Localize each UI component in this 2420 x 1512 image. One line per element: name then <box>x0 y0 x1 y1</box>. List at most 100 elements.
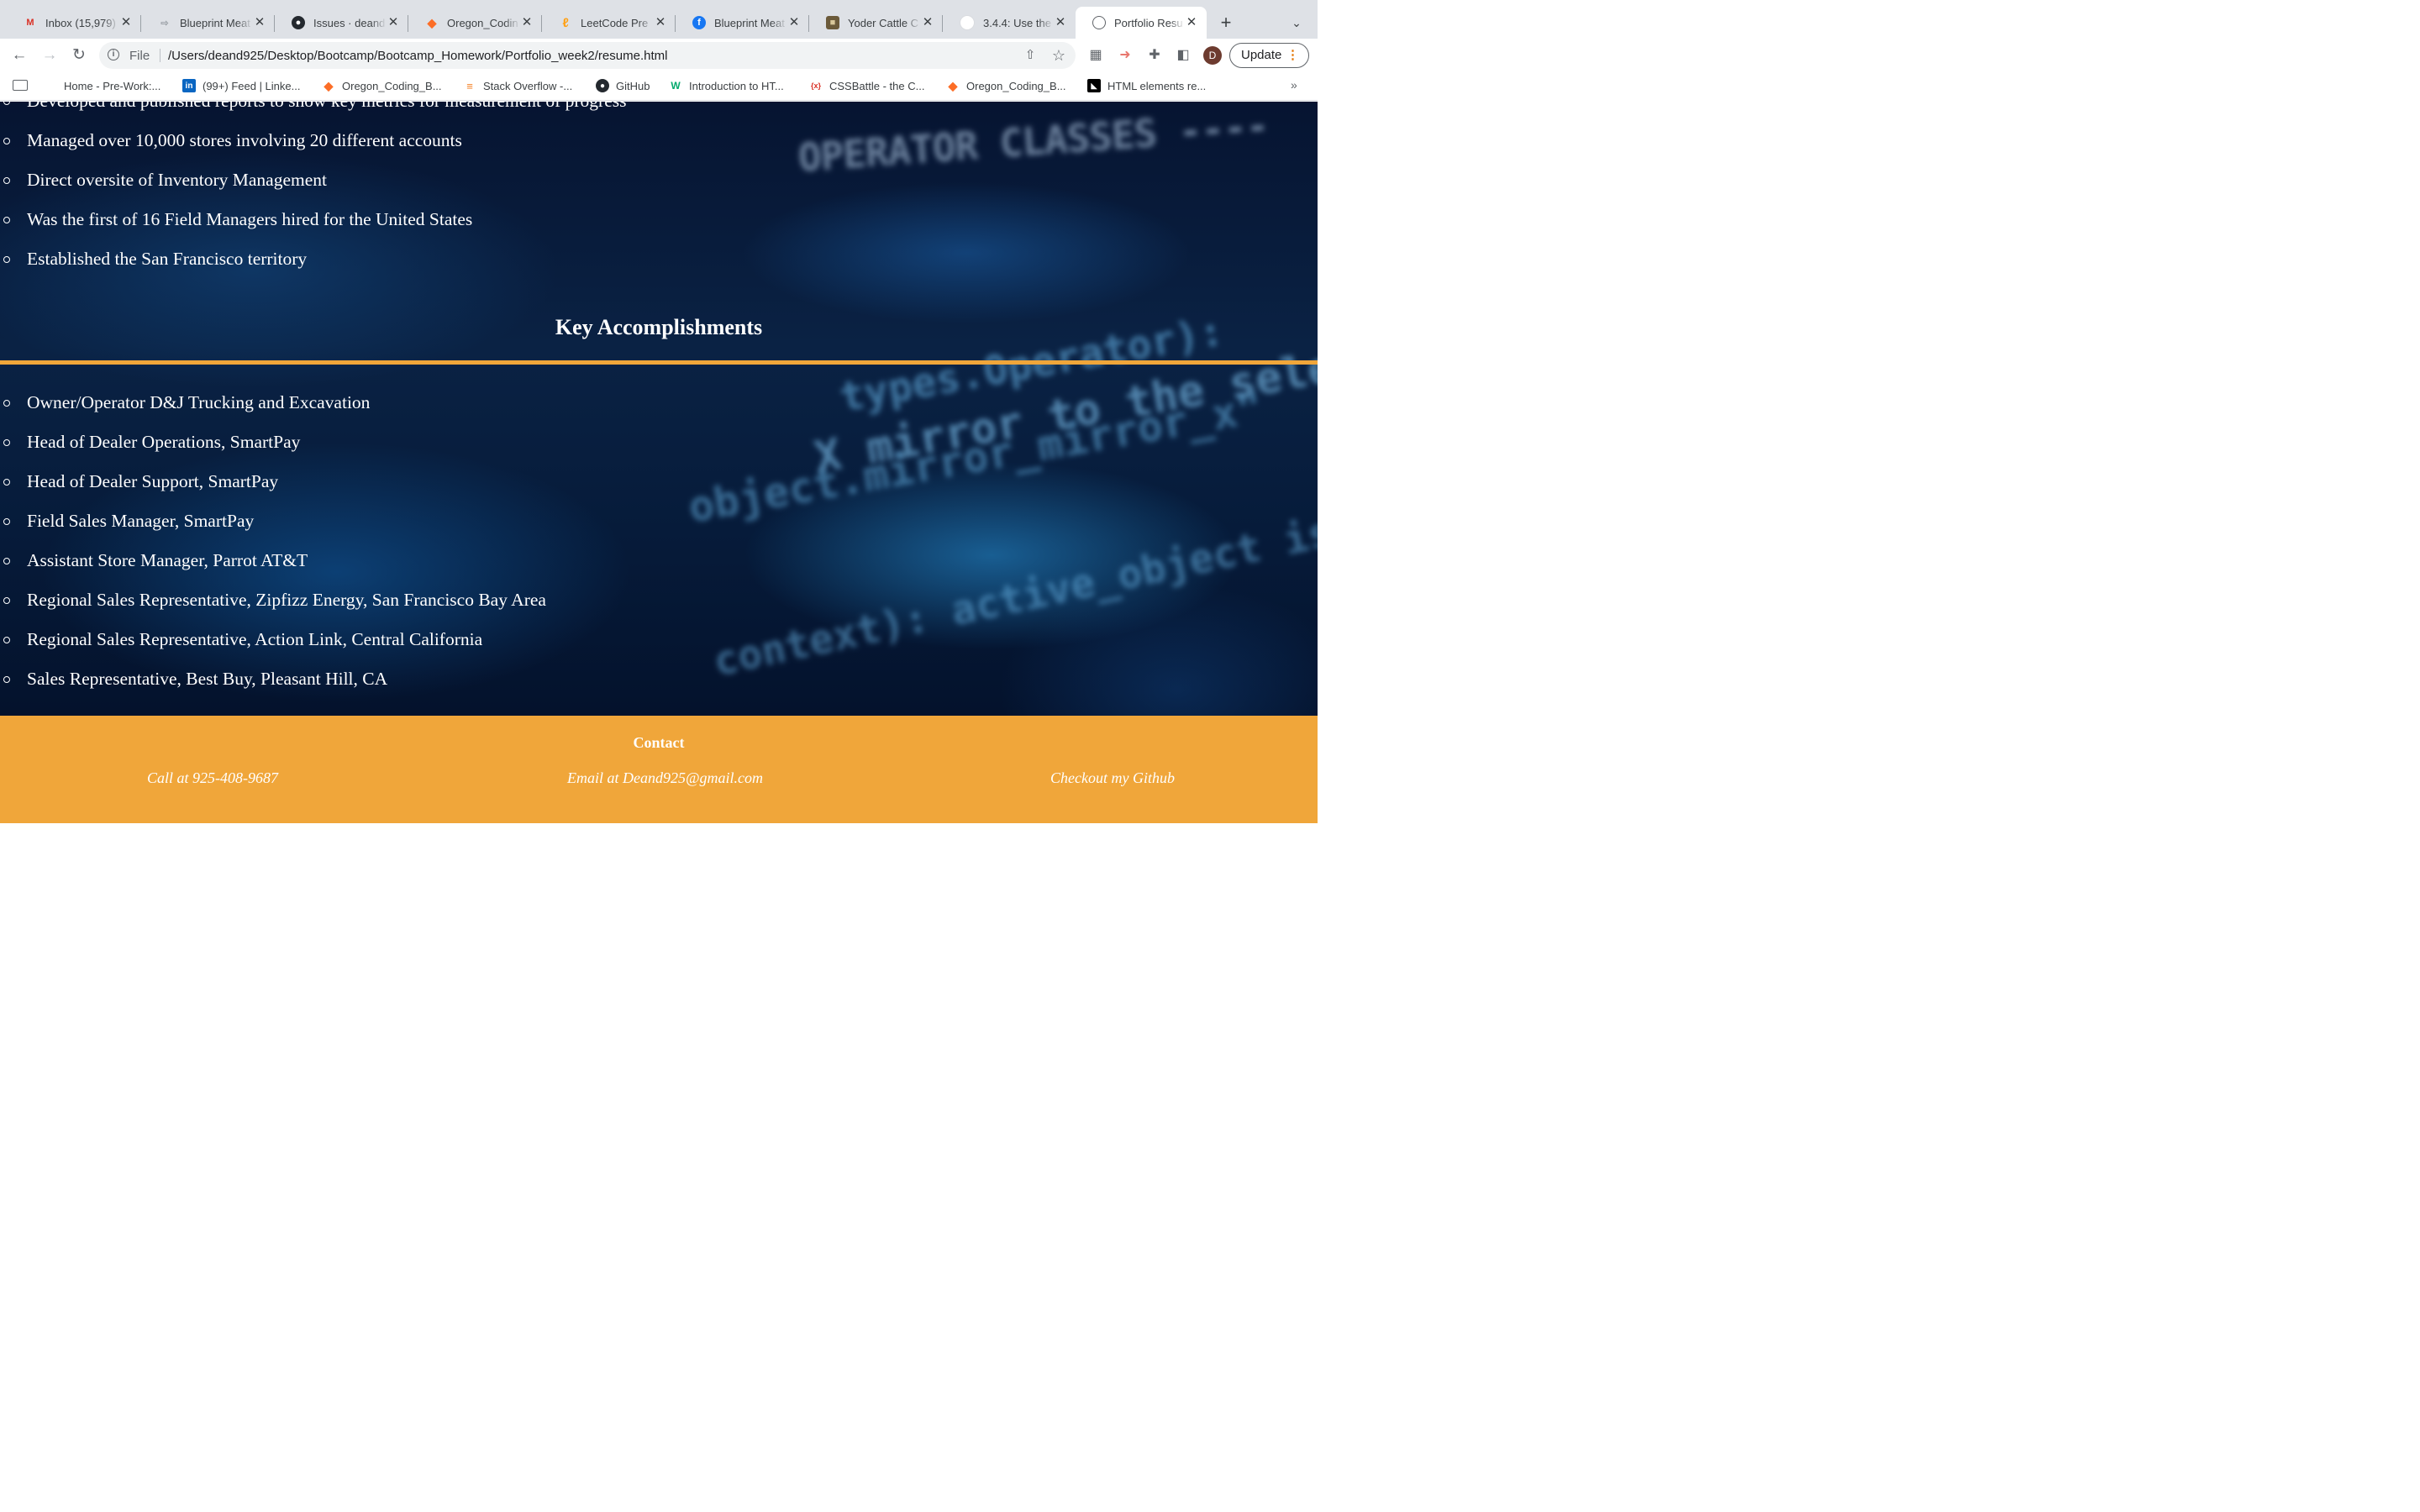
gitlab-icon: ◆ <box>948 78 958 92</box>
url-text[interactable]: /Users/deand925/Desktop/Bootcamp/Bootcam… <box>168 49 667 63</box>
bookmark-oregon-coding-1[interactable]: ◆ Oregon_Coding_B... <box>322 78 442 93</box>
list-item: Managed over 10,000 stores involving 20 … <box>0 121 627 160</box>
tab-strip: M Inbox (15,979) ✕ ⇨ Blueprint Meat ✕ ● … <box>0 0 1318 39</box>
forward-button[interactable]: → <box>38 44 61 67</box>
back-button[interactable]: ← <box>8 44 31 67</box>
puzzle-extensions-icon[interactable]: ✚ <box>1145 46 1164 65</box>
close-icon[interactable]: ✕ <box>119 16 133 29</box>
new-tab-button[interactable]: + <box>1215 12 1237 34</box>
bookmark-label: CSSBattle - the C... <box>829 79 925 92</box>
tab-search-chevron-icon[interactable]: ⌄ <box>1287 13 1306 32</box>
tab-leetcode[interactable]: ℓ LeetCode Pre ✕ <box>542 7 676 39</box>
tab-blueprint-meat[interactable]: ⇨ Blueprint Meat ✕ <box>141 7 275 39</box>
bookmark-intro-html[interactable]: W Introduction to HT... <box>669 78 784 93</box>
bookmark-html-elements[interactable]: ◣ HTML elements re... <box>1087 78 1206 93</box>
list-item: Established the San Francisco territory <box>0 239 627 279</box>
bookmark-label: GitHub <box>616 79 650 92</box>
more-bookmarks-icon[interactable]: » <box>1291 78 1297 92</box>
bookmark-stack-overflow[interactable]: ≡ Stack Overflow -... <box>463 78 572 93</box>
close-icon[interactable]: ✕ <box>1054 16 1067 29</box>
list-item: Sales Representative, Best Buy, Pleasant… <box>0 659 546 699</box>
close-icon[interactable]: ✕ <box>520 16 534 29</box>
bookmark-label: Home - Pre-Work:... <box>64 79 161 92</box>
bookmark-linkedin[interactable]: in (99+) Feed | Linke... <box>182 78 300 93</box>
update-button[interactable]: Update ⋮ <box>1229 43 1309 68</box>
tab-blueprint-facebook[interactable]: f Blueprint Meat ✕ <box>676 7 809 39</box>
mdn-icon: ◣ <box>1087 79 1101 92</box>
bookmarks-bar: Home - Pre-Work:... in (99+) Feed | Link… <box>0 72 1318 101</box>
bookmark-home-prework[interactable]: Home - Pre-Work:... <box>64 78 160 93</box>
more-menu-icon[interactable]: ⋮ <box>1286 44 1299 67</box>
leetcode-icon: ℓ <box>562 15 569 30</box>
bookmark-label: Introduction to HT... <box>689 79 784 92</box>
blueprint-icon: ⇨ <box>160 18 169 29</box>
close-icon[interactable]: ✕ <box>787 16 801 29</box>
scheme-label: File <box>129 49 150 63</box>
close-icon[interactable]: ✕ <box>1185 16 1198 29</box>
linkedin-icon: in <box>182 79 196 92</box>
bookmark-cssbattle[interactable]: {x} CSSBattle - the C... <box>809 78 924 93</box>
section-divider <box>0 360 1318 365</box>
tab-title: Yoder Cattle C <box>848 16 919 29</box>
tab-use-the[interactable]: 3.4.4: Use the ✕ <box>943 7 1076 39</box>
tab-gmail[interactable]: M Inbox (15,979) ✕ <box>7 7 141 39</box>
tab-title: LeetCode Pre <box>581 16 649 29</box>
w3-icon: W <box>671 80 681 92</box>
tab-issues[interactable]: ● Issues · deand ✕ <box>275 7 408 39</box>
code-background: OPERATOR CLASSES ---- types.Operator): X… <box>0 102 1318 716</box>
reload-button[interactable]: ↻ <box>67 44 91 67</box>
gmail-icon: M <box>26 18 34 28</box>
bookmark-label: Stack Overflow -... <box>483 79 573 92</box>
experience-list: Developed and published reports to show … <box>0 102 627 279</box>
tab-yoder-cattle[interactable]: ■ Yoder Cattle C ✕ <box>809 7 943 39</box>
github-contact-link[interactable]: Checkout my Github <box>1050 769 1175 787</box>
close-icon[interactable]: ✕ <box>921 16 934 29</box>
background-code-line: context): active_object is not <box>709 488 1318 686</box>
folder-icon[interactable] <box>13 80 28 91</box>
share-icon[interactable]: ⇧ <box>1021 46 1039 65</box>
profile-avatar[interactable]: D <box>1203 46 1222 65</box>
calendar-extension-icon[interactable]: ▦ <box>1086 46 1105 65</box>
cssbattle-icon: {x} <box>810 81 821 90</box>
tab-title: 3.4.4: Use the <box>983 16 1051 29</box>
extension-arrow-icon[interactable]: ➜ <box>1116 46 1134 65</box>
close-icon[interactable]: ✕ <box>253 16 266 29</box>
toolbar: ← → ↻ i File /Users/deand925/Desktop/Boo… <box>0 39 1318 72</box>
star-icon[interactable]: ☆ <box>1050 46 1068 65</box>
github-icon: ● <box>596 79 609 92</box>
bookmark-github[interactable]: ● GitHub <box>596 78 650 93</box>
bookmark-label: HTML elements re... <box>1107 79 1207 92</box>
side-panel-icon[interactable]: ◧ <box>1174 46 1192 65</box>
tab-oregon-coding[interactable]: ◆ Oregon_Codin ✕ <box>408 7 542 39</box>
bookmark-label: (99+) Feed | Linke... <box>203 79 301 92</box>
phone-contact-link[interactable]: Call at 925-408-9687 <box>147 769 278 787</box>
email-contact-link[interactable]: Email at Deand925@gmail.com <box>567 769 763 787</box>
close-icon[interactable]: ✕ <box>387 16 400 29</box>
stackoverflow-icon: ≡ <box>466 79 473 92</box>
tab-title: Inbox (15,979) <box>45 16 116 29</box>
circle-icon <box>960 15 975 30</box>
list-item: Developed and published reports to show … <box>0 102 627 121</box>
bookmark-label: Oregon_Coding_B... <box>342 79 442 92</box>
list-item: Was the first of 16 Field Managers hired… <box>0 200 627 239</box>
tab-title: Blueprint Meat <box>180 16 250 29</box>
bookmark-oregon-coding-2[interactable]: ◆ Oregon_Coding_B... <box>946 78 1066 93</box>
info-icon[interactable]: i <box>108 49 119 60</box>
globe-icon <box>1092 16 1106 29</box>
github-icon: ● <box>292 16 305 29</box>
tab-portfolio-resume[interactable]: Portfolio Resu ✕ <box>1076 7 1207 39</box>
cattle-icon: ■ <box>826 16 839 29</box>
list-item: Regional Sales Representative, Zipfizz E… <box>0 580 546 620</box>
resume-page: OPERATOR CLASSES ---- types.Operator): X… <box>0 102 1318 823</box>
list-item: Head of Dealer Support, SmartPay <box>0 462 546 501</box>
background-code-line: OPERATOR CLASSES ---- <box>797 102 1270 181</box>
list-item: Head of Dealer Operations, SmartPay <box>0 423 546 462</box>
address-bar[interactable]: i File /Users/deand925/Desktop/Bootcamp/… <box>99 42 1076 69</box>
list-item: Assistant Store Manager, Parrot AT&T <box>0 541 546 580</box>
close-icon[interactable]: ✕ <box>654 16 667 29</box>
gitlab-icon: ◆ <box>324 78 334 92</box>
list-item: Field Sales Manager, SmartPay <box>0 501 546 541</box>
contact-footer: Contact Call at 925-408-9687 Email at De… <box>0 716 1318 823</box>
tab-title: Issues · deand <box>313 16 386 29</box>
update-label: Update <box>1241 48 1282 62</box>
